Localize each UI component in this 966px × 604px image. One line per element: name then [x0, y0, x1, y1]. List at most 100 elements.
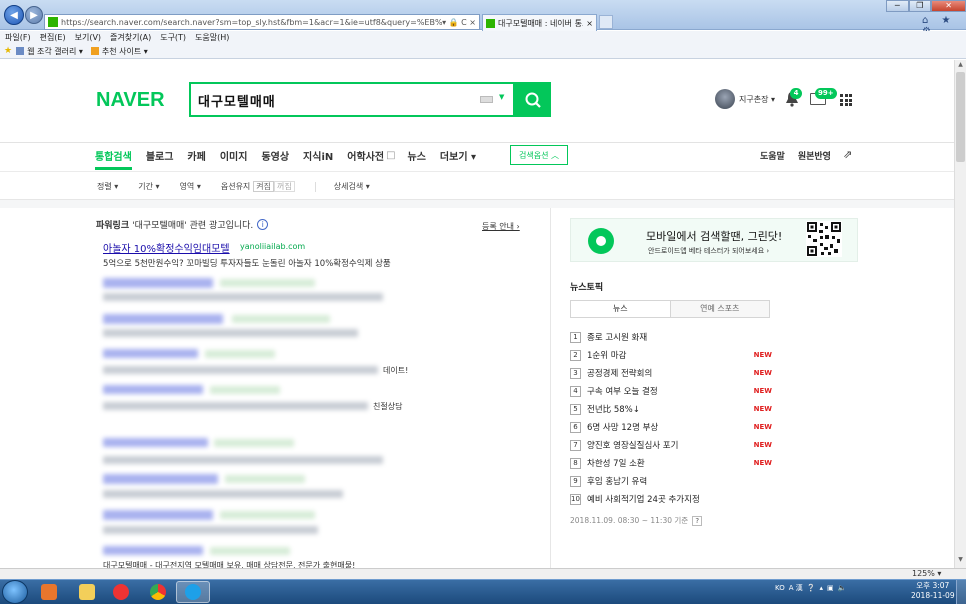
blurred-ad-title	[103, 349, 198, 358]
tab-cafe[interactable]: 카페	[187, 148, 205, 163]
favorites-star-icon[interactable]: ★	[4, 46, 12, 56]
menu-file[interactable]: 파일(F)	[5, 32, 31, 43]
tab-dictionary[interactable]: 어학사전	[347, 148, 384, 163]
avatar[interactable]	[715, 89, 735, 109]
naver-logo[interactable]: NAVER	[96, 89, 165, 112]
tab-video[interactable]: 동영상	[261, 148, 289, 163]
tab-close-button[interactable]: ×	[586, 19, 593, 28]
tray-arrow-icon[interactable]: ▴	[819, 584, 823, 592]
user-name[interactable]: 지구촌장 ▾	[739, 94, 775, 105]
close-window-button[interactable]: ✕	[931, 0, 966, 12]
ad-register-link[interactable]: 등록 안내 ›	[482, 221, 520, 232]
scroll-up-arrow-icon[interactable]: ▲	[955, 61, 966, 71]
keyboard-icon[interactable]	[480, 96, 493, 103]
tray-volume-icon[interactable]: 🔈	[838, 584, 847, 592]
list-item[interactable]: 3 공정경제 전략회의 NEW	[570, 364, 775, 382]
fav-suggested-sites[interactable]: 추천 사이트 ▾	[90, 46, 148, 57]
filter-period[interactable]: 기간 ▾	[138, 181, 159, 192]
tab-integrated-search[interactable]: 통합검색	[95, 148, 132, 163]
taskbar-internet-explorer[interactable]	[176, 581, 210, 603]
option-on-toggle[interactable]: 켜짐	[253, 181, 275, 192]
search-option-button[interactable]: 검색옵션 ︿	[510, 145, 568, 165]
original-reflect-link[interactable]: 원본반영	[798, 149, 831, 162]
ad-title-link[interactable]: 아놀자 10%확정수익임대모텔	[103, 240, 230, 255]
new-tab-button[interactable]	[599, 15, 613, 29]
blurred-ad-desc	[103, 526, 318, 534]
list-item[interactable]: 4 구속 여부 오늘 결정 NEW	[570, 382, 775, 400]
filter-sort[interactable]: 정렬 ▾	[97, 181, 118, 192]
tray-network-icon[interactable]: ▣	[827, 584, 834, 592]
taskbar-media-player[interactable]	[34, 581, 64, 603]
list-item[interactable]: 1 종로 고시원 화재	[570, 328, 775, 346]
detail-search[interactable]: 상세검색 ▾	[334, 181, 370, 192]
column-divider	[550, 208, 551, 568]
tab-more[interactable]: 더보기 ▾	[440, 148, 476, 163]
search-query-text[interactable]: 대구모텔매매	[198, 91, 276, 110]
browser-tab[interactable]: 대구모텔매매 : 네이버 통... ×	[482, 14, 597, 31]
apps-grid-icon[interactable]	[840, 94, 852, 106]
tab-news[interactable]: 뉴스	[408, 148, 426, 163]
scroll-down-arrow-icon[interactable]: ▼	[955, 556, 966, 566]
option-off-toggle[interactable]: 꺼짐	[274, 181, 295, 192]
rank-number: 5	[570, 403, 581, 415]
tab-news-topic[interactable]: 뉴스	[571, 301, 671, 317]
taskbar-explorer[interactable]	[72, 581, 102, 603]
help-link[interactable]: 도움말	[760, 149, 785, 162]
news-topic-text[interactable]: 후임 홍남기 유력	[587, 475, 772, 487]
taskbar-app[interactable]	[106, 581, 136, 603]
news-topic-text[interactable]: 6명 사망 12명 부상	[587, 421, 754, 433]
news-topic-text[interactable]: 차한성 7일 소환	[587, 457, 754, 469]
list-item[interactable]: 7 양진호 영장실질심사 포기 NEW	[570, 436, 775, 454]
menu-edit[interactable]: 편집(E)	[40, 32, 66, 43]
blurred-ad-url	[220, 279, 315, 287]
help-icon[interactable]: ?	[692, 515, 703, 526]
list-item[interactable]: 8 차한성 7일 소환 NEW	[570, 454, 775, 472]
fav-web-slice-gallery[interactable]: 웹 조각 갤러리 ▾	[16, 46, 83, 57]
news-topic-text[interactable]: 전년比 58%↓	[587, 403, 754, 415]
news-topic-text[interactable]: 예비 사회적기업 24곳 추가지정	[587, 493, 772, 505]
minimize-button[interactable]: ─	[886, 0, 909, 12]
menu-view[interactable]: 보기(V)	[75, 32, 101, 43]
taskbar-chrome[interactable]	[143, 581, 173, 603]
list-item[interactable]: 6 6명 사망 12명 부상 NEW	[570, 418, 775, 436]
news-topic-text[interactable]: 양진호 영장실질심사 포기	[587, 439, 754, 451]
back-button[interactable]: ◀	[4, 5, 24, 25]
forward-button[interactable]: ▶	[25, 6, 43, 24]
address-text[interactable]: https://search.naver.com/search.naver?sm…	[61, 18, 442, 27]
scrollbar-thumb[interactable]	[956, 72, 965, 162]
list-item[interactable]: 9 후임 홍남기 유력	[570, 472, 775, 490]
start-button[interactable]	[2, 580, 28, 604]
menu-tools[interactable]: 도구(T)	[160, 32, 186, 43]
promo-subtitle[interactable]: 안드로이드앱 베타 테스터가 되어보세요 ›	[648, 246, 769, 256]
tab-image[interactable]: 이미지	[220, 148, 248, 163]
zoom-level[interactable]: 125% ▾	[912, 569, 941, 578]
maximize-button[interactable]: ❐	[908, 0, 932, 12]
menu-favorites[interactable]: 즐겨찾기(A)	[110, 32, 151, 43]
taskbar-clock[interactable]: 오후 3:07 2018-11-09	[911, 581, 955, 601]
filter-area[interactable]: 영역 ▾	[180, 181, 201, 192]
news-topic-text[interactable]: 종로 고시원 화재	[587, 331, 772, 343]
news-topic-text[interactable]: 구속 여부 오늘 결정	[587, 385, 754, 397]
list-item[interactable]: 2 1순위 마감 NEW	[570, 346, 775, 364]
news-topic-text[interactable]: 1순위 마감	[587, 349, 754, 361]
ad-url[interactable]: yanoliiailab.com	[240, 242, 305, 251]
search-button[interactable]	[515, 82, 551, 117]
menu-help[interactable]: 도움말(H)	[195, 32, 229, 43]
tray-language[interactable]: KO	[775, 584, 785, 592]
news-topic-list: 1 종로 고시원 화재 2 1순위 마감 NEW 3 공정경제 전략회의 NEW 4 구속 …	[570, 328, 775, 508]
list-item[interactable]: 10 예비 사회적기업 24곳 추가지정	[570, 490, 775, 508]
autocomplete-arrow-icon[interactable]: ▼	[499, 93, 504, 101]
tab-kin[interactable]: 지식iN	[303, 148, 333, 163]
share-icon[interactable]: ⇗	[843, 148, 852, 161]
address-bar[interactable]: https://search.naver.com/search.naver?sm…	[44, 14, 480, 30]
tab-entertainment-sports[interactable]: 연예 스포츠	[670, 301, 769, 317]
news-topic-text[interactable]: 공정경제 전략회의	[587, 367, 754, 379]
option-keep-label: 옵션유지	[220, 182, 251, 191]
list-item[interactable]: 5 전년比 58%↓ NEW	[570, 400, 775, 418]
show-desktop-button[interactable]	[956, 580, 966, 604]
address-tools[interactable]: ▾ 🔒 C ×	[442, 18, 479, 27]
tab-blog[interactable]: 블로그	[146, 148, 174, 163]
info-icon[interactable]: i	[257, 219, 269, 230]
tray-ime[interactable]: A 漢	[789, 583, 803, 593]
tray-help-icon[interactable]: ❔	[807, 584, 816, 592]
